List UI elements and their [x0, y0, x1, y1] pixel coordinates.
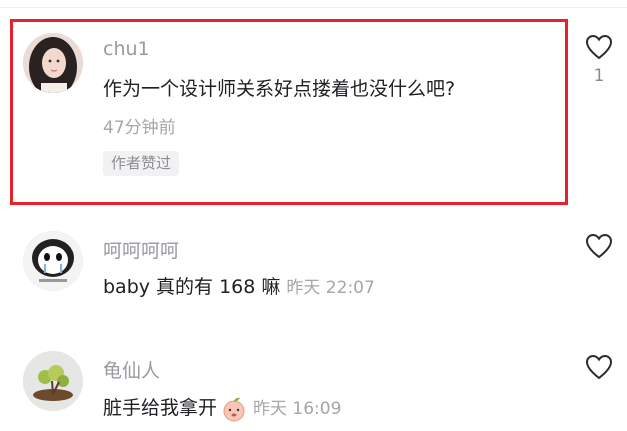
- timestamp: 昨天 16:09: [253, 399, 342, 419]
- comment-text: baby 真的有 168 嘛昨天 22:07: [103, 272, 375, 299]
- username[interactable]: 龟仙人: [103, 356, 160, 383]
- comment-body: 脏手给我拿开: [103, 397, 218, 419]
- heart-outline-icon[interactable]: [584, 233, 614, 259]
- heart-outline-icon[interactable]: [584, 34, 614, 60]
- comment-body: baby 真的有 168 嘛: [103, 276, 281, 298]
- username[interactable]: 呵呵呵呵: [103, 236, 179, 263]
- highlight-box: [10, 19, 568, 205]
- heart-outline-icon[interactable]: [584, 354, 614, 380]
- like-button[interactable]: [584, 354, 614, 380]
- avatar[interactable]: [23, 231, 83, 291]
- comment-text: 脏手给我拿开 昨天 16:09: [103, 393, 341, 422]
- like-button[interactable]: [584, 233, 614, 259]
- timestamp: 昨天 22:07: [286, 278, 375, 298]
- like-count: 1: [593, 66, 605, 86]
- avatar[interactable]: [23, 351, 83, 411]
- top-divider: [0, 7, 627, 8]
- peach-face-emoji: [221, 396, 247, 422]
- like-button[interactable]: 1: [584, 34, 614, 86]
